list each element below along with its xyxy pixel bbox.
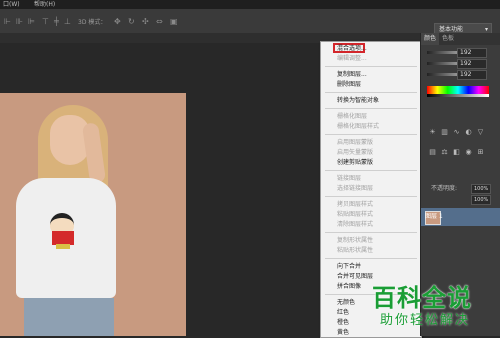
menu-bar: 口(W) 帮助(H)	[0, 0, 500, 9]
menu-item-enable-layer-mask[interactable]: 启用图层蒙版	[337, 138, 373, 147]
menu-item-no-color[interactable]: 无颜色	[337, 298, 355, 307]
menu-item-red[interactable]: 红色	[337, 308, 349, 317]
layer-name[interactable]: 图层 1	[425, 208, 443, 226]
menu-item-delete-layer[interactable]: 删除图层	[337, 80, 361, 89]
color-balance-icon[interactable]: ⚖	[439, 148, 450, 157]
layer-row-selected[interactable]: 图层 1	[421, 208, 500, 226]
watermark-title: 百科全说	[372, 284, 472, 312]
menu-separator	[325, 170, 417, 171]
3d-pan-icon[interactable]: ✣	[142, 17, 149, 26]
menu-item-convert-smart-object[interactable]: 转换为智能对象	[337, 96, 379, 105]
channel-mixer-icon[interactable]: ⊞	[475, 148, 486, 157]
menu-item-create-clipping-mask[interactable]: 创建剪贴蒙版	[337, 158, 373, 167]
site-watermark: 百科全说 助你轻松解决	[372, 278, 490, 332]
align-right-icon[interactable]: ⊫	[28, 17, 35, 26]
menu-window[interactable]: 口(W)	[3, 0, 20, 9]
menu-item-orange[interactable]: 橙色	[337, 318, 349, 327]
menu-item-rasterize-layer[interactable]: 栅格化图层	[337, 112, 367, 121]
menu-item-flatten-image[interactable]: 拼合图像	[337, 282, 361, 291]
adjustments-icon-grid: ☀ ▥ ∿ ◐ ▽ ▤ ⚖ ◧ ◉ ⊞	[427, 119, 493, 156]
menu-separator	[325, 66, 417, 67]
menu-item-link-layers[interactable]: 链接图层	[337, 174, 361, 183]
grayscale-ramp[interactable]	[427, 94, 489, 97]
menu-separator	[325, 232, 417, 233]
menu-item-rasterize-layer-style[interactable]: 栅格化图层样式	[337, 122, 379, 131]
distribute-bottom-icon[interactable]: ⊥	[64, 17, 71, 26]
vibrance-icon[interactable]: ▽	[475, 128, 486, 137]
menu-item-duplicate-layer[interactable]: 复制图层...	[337, 70, 367, 79]
levels-icon[interactable]: ▥	[439, 128, 450, 137]
menu-separator	[325, 196, 417, 197]
distribute-center-icon[interactable]: ╪	[54, 17, 59, 26]
watermark-subtitle: 助你轻松解决	[380, 313, 471, 328]
3d-roll-icon[interactable]: ↻	[128, 17, 135, 26]
options-bar: ⊩ ⊪ ⊫ ⊤ ╪ ⊥ 3D 模式： ✥ ↻ ✣ ⇔ ▣ 基本功能 ▾	[0, 9, 500, 37]
color-value-r[interactable]: 192	[457, 48, 487, 58]
align-left-icon[interactable]: ⊩	[4, 17, 11, 26]
brightness-icon[interactable]: ☀	[427, 128, 438, 137]
layers-opacity-row: 不透明度: 100%	[421, 183, 500, 194]
3d-mode-label: 3D 模式：	[78, 19, 107, 26]
color-value-g[interactable]: 192	[457, 59, 487, 69]
color-spectrum-bar[interactable]	[427, 86, 489, 94]
color-panel-tabs: 颜色 色板	[421, 33, 500, 45]
3d-slide-icon[interactable]: ⇔	[156, 17, 163, 26]
menu-item-copy-layer-style[interactable]: 拷贝图层样式	[337, 200, 373, 209]
distribute-top-icon[interactable]: ⊤	[42, 17, 49, 26]
canvas-photo[interactable]	[0, 93, 186, 336]
3d-rotate-icon[interactable]: ✥	[114, 17, 121, 26]
menu-item-edit-adjustment[interactable]: 编辑调整...	[337, 54, 367, 63]
menu-item-copy-shape-attributes[interactable]: 复制形状属性	[337, 236, 373, 245]
menu-item-paste-shape-attributes[interactable]: 粘贴形状属性	[337, 246, 373, 255]
workspace-label: 基本功能	[439, 26, 464, 33]
menu-item-blending-options[interactable]: 混合选项...	[337, 44, 367, 53]
menu-separator	[325, 258, 417, 259]
menu-separator	[325, 108, 417, 109]
layers-fill-row: 100%	[421, 194, 500, 205]
exposure-icon[interactable]: ◐	[463, 128, 474, 137]
menu-item-clear-layer-style[interactable]: 清除图层样式	[337, 220, 373, 229]
menu-item-merge-visible[interactable]: 合并可见图层	[337, 272, 373, 281]
black-white-icon[interactable]: ◧	[451, 148, 462, 157]
photo-jeans	[24, 298, 114, 336]
photo-filter-icon[interactable]: ◉	[463, 148, 474, 157]
hue-saturation-icon[interactable]: ▤	[427, 148, 438, 157]
menu-item-merge-down[interactable]: 向下合并	[337, 262, 361, 271]
opacity-input[interactable]: 100%	[471, 184, 492, 194]
menu-separator	[325, 134, 417, 135]
3d-scale-icon[interactable]: ▣	[170, 17, 178, 26]
menu-item-paste-layer-style[interactable]: 粘贴图层样式	[337, 210, 373, 219]
tab-color[interactable]: 颜色	[421, 33, 440, 45]
shirt-print-cartoon	[46, 213, 80, 249]
menu-help[interactable]: 帮助(H)	[34, 0, 55, 9]
tab-swatches[interactable]: 色板	[439, 33, 457, 45]
align-center-icon[interactable]: ⊪	[16, 17, 23, 26]
curves-icon[interactable]: ∿	[451, 128, 462, 137]
menu-item-enable-vector-mask[interactable]: 启用矢量蒙版	[337, 148, 373, 157]
menu-item-select-linked-layers[interactable]: 选择链接图层	[337, 184, 373, 193]
opacity-label: 不透明度:	[431, 185, 458, 192]
fill-input[interactable]: 100%	[471, 195, 492, 205]
color-value-b[interactable]: 192	[457, 70, 487, 80]
menu-separator	[325, 92, 417, 93]
